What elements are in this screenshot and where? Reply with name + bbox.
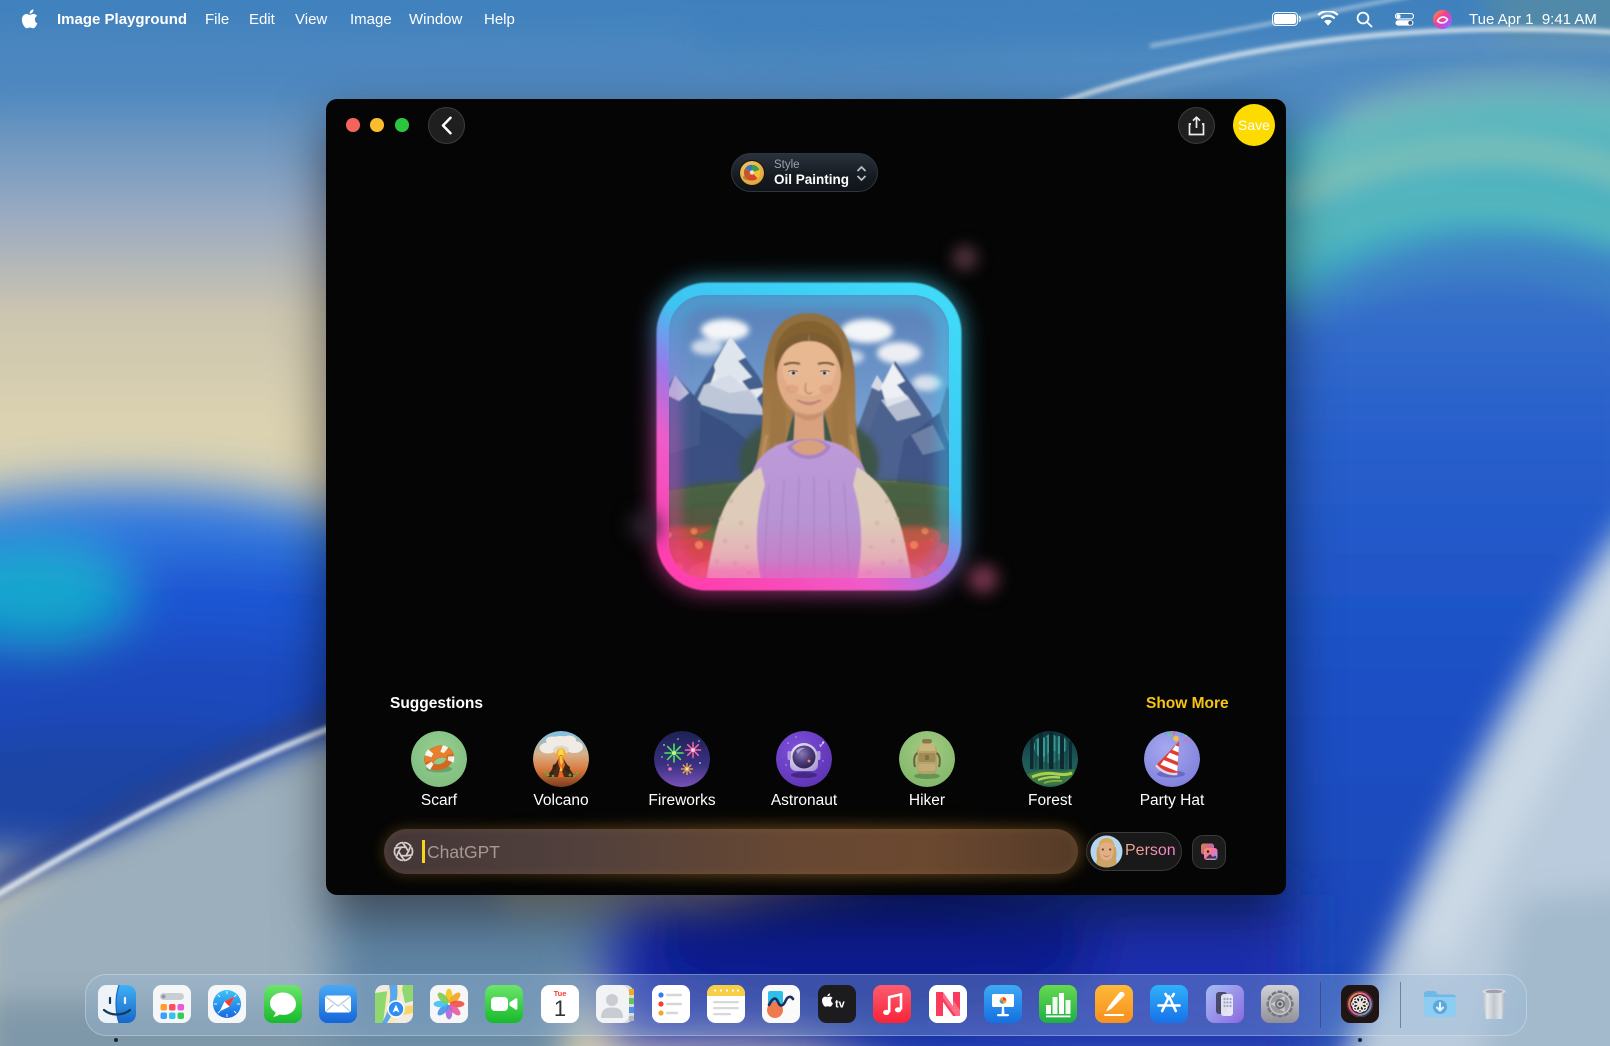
svg-text:tv: tv xyxy=(835,999,846,1011)
svg-text:1: 1 xyxy=(554,996,566,1021)
